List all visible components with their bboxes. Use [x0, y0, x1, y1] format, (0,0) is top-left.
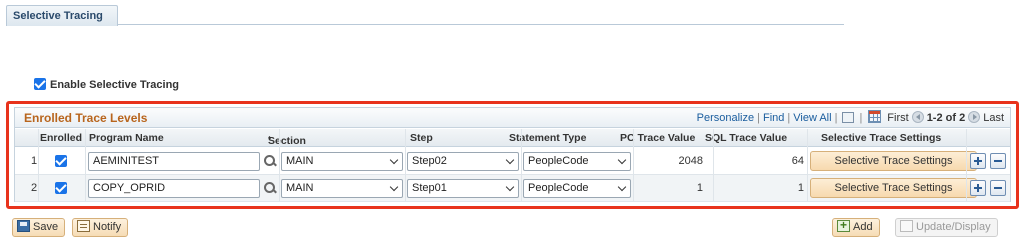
grid-navigation: Personalize | Find | View All | | First 1-2 of 2… [696, 110, 1004, 124]
program-name-input[interactable]: COPY_OPRID [88, 179, 260, 198]
update-display-label: Update/Display [916, 221, 991, 233]
program-name-input[interactable]: AEMINITEST [88, 152, 260, 171]
pc-trace-value: 2048 [678, 155, 703, 167]
enable-label: Enable Selective Tracing [50, 79, 180, 91]
statement-type-select[interactable]: PeopleCode [523, 179, 631, 198]
pc-trace-value: 1 [696, 182, 703, 194]
grid-title: Enrolled Trace Levels [24, 111, 148, 125]
enrolled-checkbox[interactable] [55, 155, 67, 167]
sql-trace-value: 64 [791, 155, 804, 167]
tab-strip: Selective Tracing [6, 5, 844, 26]
first-label: First [887, 112, 909, 124]
section-select[interactable]: MAIN [281, 152, 403, 171]
search-icon[interactable] [263, 181, 277, 195]
notify-label: Notify [93, 221, 122, 233]
update-display-icon [900, 220, 913, 233]
personalize-link[interactable]: Personalize [697, 112, 754, 124]
next-row-icon[interactable] [968, 111, 981, 124]
last-label: Last [983, 112, 1004, 124]
col-pc-trace-value: PC Trace Value [620, 132, 696, 144]
column-divider [521, 129, 522, 202]
delete-row-icon[interactable] [990, 180, 1006, 196]
col-step: Step [410, 132, 433, 144]
save-icon [17, 220, 30, 233]
grid-header: Enrolled Trace Levels Personalize | Find | V… [15, 108, 1010, 128]
save-label: Save [33, 221, 59, 233]
step-select[interactable]: Step01 [407, 179, 519, 198]
table-row: 2 COPY_OPRID MAIN Step01 PeopleCode 1 1 … [15, 175, 1010, 202]
tab-selective-tracing[interactable]: Selective Tracing [6, 5, 118, 26]
add-row-icon[interactable] [970, 180, 986, 196]
section-select[interactable]: MAIN [281, 179, 403, 198]
column-divider [405, 129, 406, 202]
enrolled-checkbox[interactable] [55, 182, 67, 194]
notify-icon [77, 220, 90, 233]
add-label: Add [853, 221, 873, 233]
delete-row-icon[interactable] [990, 153, 1006, 169]
table-row: 1 AEMINITEST MAIN Step02 PeopleCode 2048… [15, 148, 1010, 175]
view-all-link[interactable]: View All [793, 112, 831, 124]
sql-trace-value: 1 [797, 182, 804, 194]
save-button[interactable]: Save [12, 218, 66, 237]
zoom-grid-icon[interactable] [842, 111, 855, 123]
row-number: 2 [31, 182, 38, 194]
add-button[interactable]: Add [832, 218, 880, 237]
download-excel-icon[interactable] [868, 110, 882, 124]
column-divider [713, 129, 714, 202]
col-selective-trace-settings: Selective Trace Settings [821, 132, 942, 144]
add-icon [837, 218, 850, 233]
search-icon[interactable] [263, 154, 277, 168]
column-divider [85, 129, 86, 202]
enable-checkbox[interactable] [34, 78, 46, 91]
step-select[interactable]: Step02 [407, 152, 519, 171]
col-section-label: Section [268, 135, 306, 147]
add-row-icon[interactable] [970, 153, 986, 169]
selective-trace-settings-button[interactable]: Selective Trace Settings [810, 151, 977, 171]
enrolled-trace-levels-grid: Enrolled Trace Levels Personalize | Find | V… [14, 107, 1011, 202]
column-headers: Enrolled Program Name * Section Step Stat… [15, 129, 1010, 147]
statement-type-select[interactable]: PeopleCode [523, 152, 631, 171]
col-program-name: Program Name [89, 132, 164, 144]
col-sql-trace-value: SQL Trace Value [705, 132, 788, 144]
column-divider [966, 129, 967, 202]
enable-selective-tracing[interactable]: Enable Selective Tracing [34, 78, 180, 91]
update-display-button[interactable]: Update/Display [895, 218, 998, 237]
column-divider [38, 129, 39, 202]
col-enrolled: Enrolled [40, 132, 83, 144]
column-divider [633, 129, 634, 202]
row-number: 1 [31, 155, 38, 167]
column-divider [279, 129, 280, 202]
row-range: 1-2 of 2 [926, 112, 966, 124]
previous-row-icon[interactable] [911, 111, 924, 124]
notify-button[interactable]: Notify [72, 218, 129, 237]
find-link[interactable]: Find [763, 112, 784, 124]
column-divider [807, 129, 808, 202]
selective-trace-settings-button[interactable]: Selective Trace Settings [810, 178, 977, 198]
